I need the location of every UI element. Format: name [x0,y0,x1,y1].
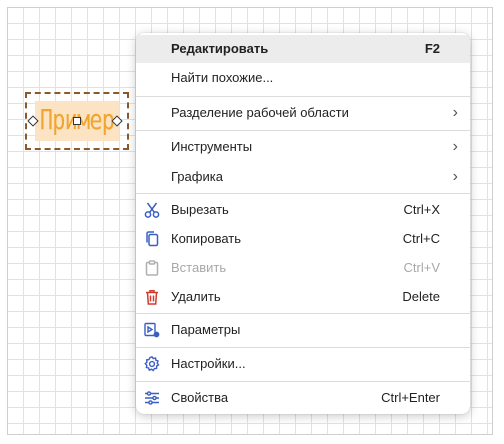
menu-separator [136,347,470,348]
menu-item-find-similar[interactable]: Найти похожие... [136,64,470,92]
menu-item-delete[interactable]: Удалить Delete [136,283,470,311]
menu-item-tools[interactable]: Инструменты › [136,133,470,161]
menu-item-copy[interactable]: Копировать Ctrl+C [136,225,470,253]
scissors-icon [143,201,161,219]
menu-item-shortcut: Ctrl+V [403,260,440,275]
menu-item-label: Инструменты [171,139,253,154]
menu-item-shortcut: F2 [424,41,440,56]
menu-item-label: Параметры [171,322,241,337]
menu-item-label: Найти похожие... [171,70,274,85]
resize-handle-center[interactable] [73,117,81,125]
properties-icon [143,389,161,407]
menu-separator [136,130,470,131]
menu-item-shortcut: Delete [402,289,440,304]
menu-separator [136,381,470,382]
chevron-right-icon: › [452,168,458,185]
menu-item-edit[interactable]: Редактировать F2 [136,35,470,63]
menu-item-label: Копировать [171,231,241,246]
menu-separator [136,96,470,97]
menu-separator [136,313,470,314]
trash-icon [143,288,161,306]
menu-item-settings[interactable]: Настройки... [136,350,470,378]
menu-item-shortcut: Ctrl+C [402,231,440,246]
menu-item-label: Вырезать [171,202,229,217]
menu-item-label: Разделение рабочей области [171,105,349,120]
menu-item-label: Свойства [171,390,229,405]
menu-item-label: Настройки... [171,356,246,371]
menu-item-parameters[interactable]: Параметры [136,316,470,344]
menu-item-graphics[interactable]: Графика › [136,163,470,191]
menu-item-split-workspace[interactable]: Разделение рабочей области › [136,99,470,127]
menu-item-shortcut: Ctrl+Enter [381,390,440,405]
menu-item-label: Удалить [171,289,221,304]
menu-item-shortcut: Ctrl+X [403,202,440,217]
menu-separator [136,193,470,194]
menu-item-cut[interactable]: Вырезать Ctrl+X [136,196,470,224]
context-menu: Редактировать F2 Найти похожие... Раздел… [136,33,470,414]
menu-item-properties[interactable]: Свойства Ctrl+Enter [136,384,470,412]
chevron-right-icon: › [452,104,458,121]
chevron-right-icon: › [452,138,458,155]
gear-icon [143,355,161,373]
menu-item-label: Графика [171,169,223,184]
parameters-icon [143,321,161,339]
menu-item-label: Вставить [171,260,227,275]
paste-icon [143,259,161,277]
menu-item-paste[interactable]: Вставить Ctrl+V [136,254,470,282]
menu-item-label: Редактировать [171,41,269,56]
copy-icon [143,230,161,248]
